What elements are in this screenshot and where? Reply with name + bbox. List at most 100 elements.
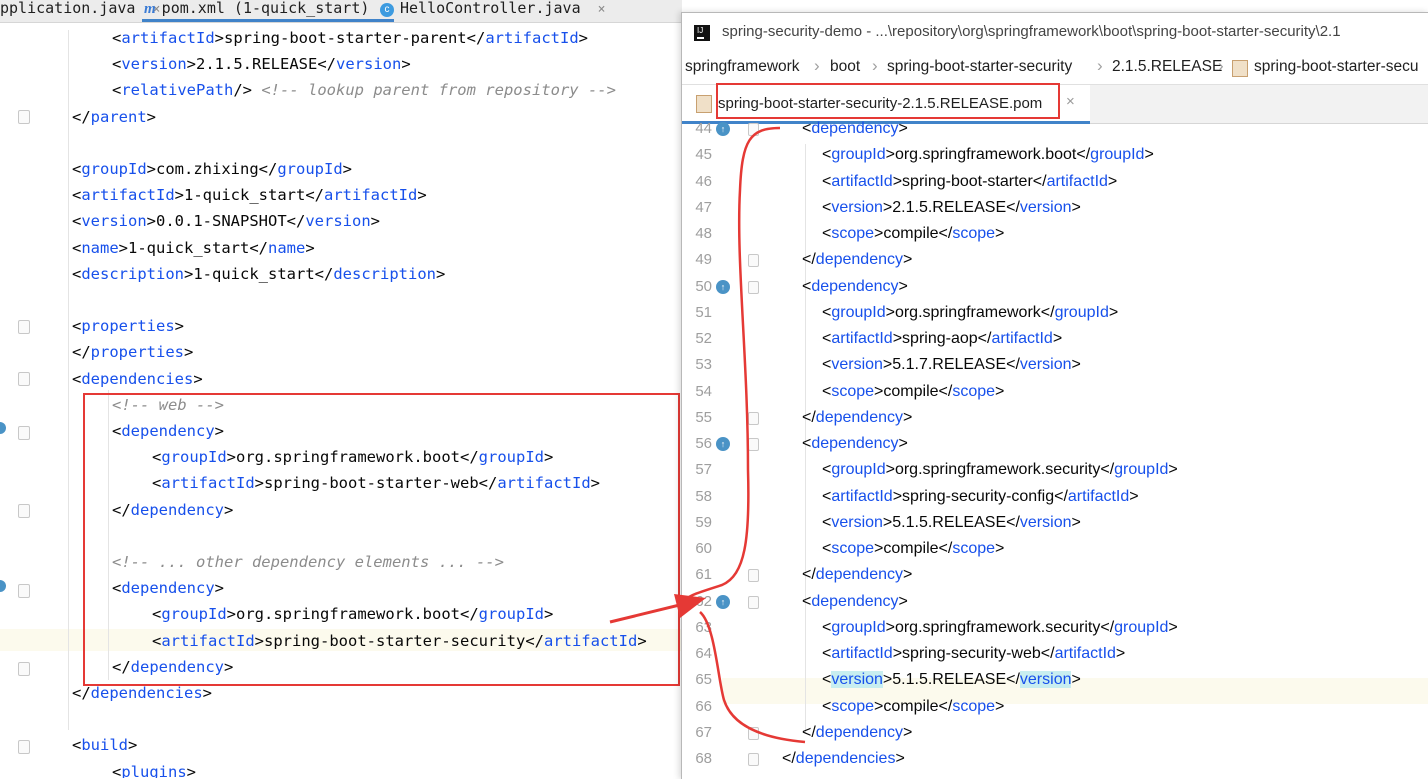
- fold-icon[interactable]: [748, 411, 759, 425]
- fold-icon[interactable]: [748, 254, 759, 268]
- fold-icon[interactable]: [18, 504, 30, 518]
- xml-tag-name: artifactId: [831, 330, 893, 347]
- code-line: <version>5.1.5.RELEASE</version>: [822, 667, 1081, 693]
- xml-bracket: >: [305, 238, 315, 257]
- xml-bracket: <: [802, 435, 812, 452]
- xml-bracket: >: [370, 212, 381, 231]
- xml-text-value: spring-boot-starter: [902, 172, 1033, 190]
- fold-icon[interactable]: [18, 110, 30, 124]
- xml-text-value: com.zhixing: [156, 160, 259, 178]
- xml-bracket: >: [902, 723, 913, 741]
- xml-bracket: >: [874, 697, 884, 715]
- annotation-highlight-box: [83, 393, 680, 686]
- xml-bracket: <: [822, 172, 832, 190]
- code-line: <scope>compile</scope>: [822, 221, 1004, 247]
- tab-application-java[interactable]: pplication.java ×: [0, 0, 160, 22]
- fold-icon[interactable]: [748, 438, 759, 451]
- tab-hello-controller[interactable]: c HelloController.java ×: [380, 0, 605, 22]
- fold-icon[interactable]: [18, 320, 30, 334]
- xml-tag-name: groupId: [1114, 618, 1169, 636]
- code-line: <artifactId>spring-security-web</artifac…: [822, 641, 1125, 667]
- line-number: 58: [695, 487, 712, 505]
- code-line: <artifactId>1-quick_start</artifactId>: [72, 184, 427, 206]
- code-line: <version>2.1.5.RELEASE</version>: [822, 195, 1081, 221]
- xml-bracket: >: [1071, 198, 1081, 216]
- xml-bracket: >: [874, 540, 884, 557]
- fold-icon[interactable]: [18, 662, 30, 676]
- xml-tag-name: dependency: [815, 251, 903, 269]
- maven-icon: m: [144, 1, 156, 17]
- xml-bracket: <: [822, 225, 832, 242]
- xml-tag-name: dependency: [811, 435, 899, 452]
- xml-tag-name: groupId: [277, 160, 343, 178]
- xml-tag-name: dependencies: [90, 684, 203, 702]
- fold-icon[interactable]: [18, 584, 30, 598]
- code-line: <description>1-quick_start</description>: [72, 263, 445, 285]
- close-icon[interactable]: ×: [598, 2, 606, 17]
- breadcrumb-item[interactable]: spring-boot-starter-security: [887, 58, 1072, 76]
- library-pom-code[interactable]: 44 ↑ <dependency> 45 <groupId>org.springfram…: [682, 120, 1428, 779]
- close-icon[interactable]: ×: [1066, 93, 1075, 110]
- xml-bracket: >: [898, 592, 908, 610]
- xml-bracket: >: [902, 408, 913, 426]
- xml-bracket: </: [802, 408, 816, 426]
- xml-bracket: </: [1006, 671, 1020, 689]
- xml-tag-name: version: [1019, 356, 1072, 374]
- code-line: <dependencies>: [72, 368, 203, 390]
- code-line: </dependency>: [802, 562, 912, 588]
- fold-icon[interactable]: [748, 569, 759, 583]
- xml-bracket: </: [802, 566, 816, 584]
- xml-tag-name: dependency: [815, 566, 903, 584]
- xml-tag-name: groupId: [1090, 146, 1145, 164]
- fold-icon[interactable]: [748, 595, 759, 609]
- override-marker-icon[interactable]: [0, 580, 6, 592]
- xml-bracket: <: [822, 671, 832, 689]
- editor-tab-bar: spring-boot-starter-security-2.1.5.RELEA…: [682, 83, 1428, 124]
- code-line: <artifactId>spring-aop</artifactId>: [822, 326, 1062, 352]
- xml-bracket: >: [118, 238, 129, 257]
- fold-icon[interactable]: [18, 372, 30, 386]
- xml-bracket: <: [822, 330, 832, 347]
- xml-bracket: >: [882, 356, 893, 374]
- fold-icon[interactable]: [748, 280, 759, 294]
- chevron-right-icon: ›: [1218, 56, 1224, 75]
- code-line: <artifactId>spring-boot-starter-parent</…: [112, 27, 588, 49]
- xml-tag-name: artifactId: [81, 186, 175, 205]
- editor-tab-bar: pplication.java × m pom.xml (1-quick_star…: [0, 0, 682, 23]
- xml-bracket: <: [112, 762, 122, 778]
- fold-icon[interactable]: [18, 740, 30, 754]
- xml-bracket: </: [802, 723, 816, 741]
- line-number: 64: [695, 645, 712, 662]
- override-marker-icon[interactable]: ↑: [716, 594, 730, 609]
- fold-icon[interactable]: [748, 726, 759, 740]
- xml-text-value: org.springframework.security: [894, 618, 1101, 636]
- breadcrumb-item[interactable]: 2.1.5.RELEASE: [1112, 58, 1222, 76]
- fold-icon[interactable]: [18, 426, 30, 440]
- xml-tag-name: scope: [831, 382, 875, 400]
- override-marker-icon[interactable]: ↑: [716, 279, 730, 294]
- tab-pom-xml[interactable]: mpom.xml (1-quick_start) ×: [142, 0, 395, 22]
- fold-icon[interactable]: [748, 753, 759, 766]
- override-marker-icon[interactable]: ↑: [716, 122, 730, 136]
- code-line: <version>2.1.5.RELEASE</version>: [112, 53, 411, 75]
- breadcrumb-item[interactable]: boot: [830, 58, 860, 76]
- xml-bracket: <: [822, 461, 832, 479]
- override-marker-icon[interactable]: ↑: [716, 437, 730, 451]
- xml-bracket: </: [977, 330, 992, 347]
- xml-text-value: 2.1.5.RELEASE: [196, 55, 318, 74]
- xml-bracket: >: [578, 29, 588, 47]
- xml-bracket: </: [938, 225, 953, 242]
- class-icon: c: [380, 3, 394, 17]
- fold-icon[interactable]: [748, 123, 759, 136]
- line-number: 51: [695, 303, 712, 321]
- code-line: <scope>compile</scope>: [822, 694, 1004, 720]
- xml-text-value: 1-quick_start: [184, 186, 306, 205]
- xml-text-value: 2.1.5.RELEASE: [892, 198, 1007, 216]
- xml-tag-name: scope: [952, 225, 996, 242]
- breadcrumb-item[interactable]: springframework: [685, 58, 800, 76]
- xml-comment: <!-- lookup parent from repository -->: [252, 81, 616, 100]
- override-marker-icon[interactable]: [0, 422, 6, 434]
- code-line: </dependencies>: [782, 746, 905, 772]
- breadcrumb-item[interactable]: spring-boot-starter-secu: [1254, 58, 1419, 76]
- xml-bracket: </: [286, 212, 306, 231]
